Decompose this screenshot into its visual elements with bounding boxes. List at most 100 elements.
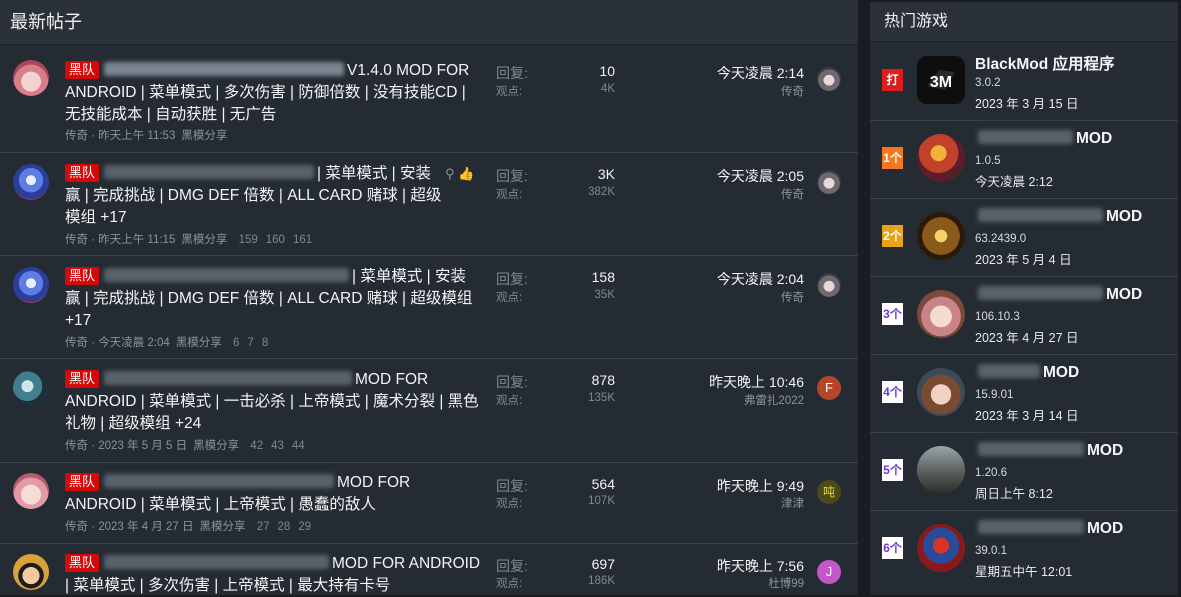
replies-count: 158	[591, 269, 615, 285]
game-item[interactable]: 打 3M BlackMod 应用程序 3.0.2 2023 年 3 月 15 日	[870, 43, 1178, 121]
thread-title[interactable]: 黑队 MOD FOR ANDROID | 菜单模式 | 一击必杀 | 上帝模式 |…	[65, 369, 480, 435]
thread-title[interactable]: 黑队 V1.4.0 MOD FOR ANDROID | 菜单模式 | 多次伤害 |…	[65, 60, 480, 126]
thread-status-icons: ⚲ 👍	[445, 166, 474, 182]
thread-title[interactable]: 黑队 MOD FOR ANDROID | 菜单模式 | 多次伤害 | 上帝模式 |…	[65, 553, 485, 597]
thread-row[interactable]: 黑队 | 菜单模式 | 安装赢 | 完成挑战 | DMG DEF 倍数 | ALL…	[0, 153, 858, 256]
last-post-time[interactable]: 昨天晚上 7:56	[717, 556, 804, 576]
last-poster-avatar[interactable]: F	[817, 376, 841, 400]
page-link[interactable]: 28	[277, 521, 290, 533]
thread-author[interactable]: 传奇	[65, 234, 88, 246]
author-avatar[interactable]	[13, 370, 49, 406]
last-poster-avatar[interactable]: 吨	[817, 480, 841, 504]
author-avatar[interactable]	[13, 473, 49, 509]
thread-row[interactable]: 黑队 V1.4.0 MOD FOR ANDROID | 菜单模式 | 多次伤害 |…	[0, 46, 858, 153]
thread-time[interactable]: 2023 年 5 月 5 日	[98, 440, 187, 452]
views-count: 107K	[588, 495, 615, 507]
last-post-time[interactable]: 今天凌晨 2:14	[717, 63, 804, 83]
page-link[interactable]: 43	[271, 440, 284, 452]
game-item[interactable]: 6个 MOD 39.0.1 星期五中午 12:01	[870, 511, 1178, 589]
rank-badge: 打	[882, 69, 903, 91]
thread-title[interactable]: 黑队 MOD FOR ANDROID | 菜单模式 | 上帝模式 | 愚蠢的敌人	[65, 472, 480, 516]
author-avatar[interactable]	[13, 164, 49, 200]
views-label: 观点:	[496, 498, 523, 510]
game-item[interactable]: 3个 MOD 106.10.3 2023 年 4 月 27 日	[870, 277, 1178, 355]
thread-row[interactable]: 黑队 MOD FOR ANDROID | 菜单模式 | 多次伤害 | 上帝模式 |…	[0, 544, 858, 595]
game-date: 2023 年 5 月 4 日	[975, 253, 1072, 267]
last-post-user[interactable]: 传奇	[781, 83, 804, 99]
thread-author[interactable]: 传奇	[65, 521, 88, 533]
thread-author[interactable]: 传奇	[65, 130, 88, 142]
last-post-time[interactable]: 今天凌晨 2:05	[717, 166, 804, 186]
game-version: 106.10.3	[975, 311, 1020, 323]
last-poster-avatar[interactable]	[817, 67, 841, 91]
thread-forum[interactable]: 黑模分享	[199, 521, 245, 533]
prefix-badge: 黑队	[65, 370, 100, 388]
last-post-user[interactable]: 传奇	[781, 289, 804, 305]
prefix-badge: 黑队	[65, 61, 100, 79]
page-link[interactable]: 8	[262, 337, 268, 349]
game-item[interactable]: 5个 MOD 1.20.6 周日上午 8:12	[870, 433, 1178, 511]
thread-title[interactable]: 黑队 | 菜单模式 | 安装赢 | 完成挑战 | DMG DEF 倍数 | ALL…	[65, 163, 445, 229]
thread-meta: 传奇 · 昨天上午 11:15 黑模分享 159 160 161	[65, 234, 313, 246]
game-title[interactable]: MOD	[975, 130, 1112, 148]
page-link[interactable]: 7	[247, 337, 253, 349]
thread-forum[interactable]: 黑模分享	[176, 337, 222, 349]
thread-forum[interactable]: 黑模分享	[181, 130, 227, 142]
thread-title[interactable]: 黑队 | 菜单模式 | 安装赢 | 完成挑战 | DMG DEF 倍数 | ALL…	[65, 266, 480, 332]
page-link[interactable]: 42	[250, 440, 263, 452]
last-poster-avatar[interactable]	[817, 273, 841, 297]
last-post-user[interactable]: 津津	[781, 495, 804, 511]
last-post-user[interactable]: 弗雷扎2022	[744, 392, 804, 408]
thread-time[interactable]: 昨天上午 11:53	[98, 130, 175, 142]
thread-row[interactable]: 黑队 MOD FOR ANDROID | 菜单模式 | 上帝模式 | 愚蠢的敌人 …	[0, 463, 858, 544]
author-avatar[interactable]	[13, 267, 49, 303]
game-date: 2023 年 3 月 14 日	[975, 409, 1079, 423]
thread-time[interactable]: 今天凌晨 2:04	[98, 337, 170, 349]
thread-row[interactable]: 黑队 | 菜单模式 | 安装赢 | 完成挑战 | DMG DEF 倍数 | ALL…	[0, 256, 858, 359]
page-link[interactable]: 159	[239, 234, 258, 246]
page-link[interactable]: 29	[298, 521, 311, 533]
game-item[interactable]: 1个 MOD 1.0.5 今天凌晨 2:12	[870, 121, 1178, 199]
game-title[interactable]: MOD	[975, 286, 1142, 304]
game-title[interactable]: MOD	[975, 520, 1123, 538]
last-post-time[interactable]: 昨天晚上 10:46	[709, 372, 804, 392]
last-poster-avatar[interactable]	[817, 170, 841, 194]
last-post-time[interactable]: 昨天晚上 9:49	[717, 476, 804, 496]
page-link[interactable]: 161	[293, 234, 312, 246]
game-title[interactable]: MOD	[975, 364, 1079, 382]
author-avatar[interactable]	[13, 60, 49, 96]
page-link[interactable]: 44	[292, 440, 305, 452]
game-icon	[917, 446, 965, 494]
game-version: 15.9.01	[975, 389, 1014, 401]
page-link[interactable]: 6	[233, 337, 239, 349]
thread-row[interactable]: 黑队 MOD FOR ANDROID | 菜单模式 | 一击必杀 | 上帝模式 |…	[0, 359, 858, 463]
views-count: 382K	[588, 186, 615, 198]
game-title[interactable]: MOD	[975, 208, 1142, 226]
last-post-time[interactable]: 今天凌晨 2:04	[717, 269, 804, 289]
last-poster-avatar[interactable]: J	[817, 560, 841, 584]
rank-badge: 2个	[882, 225, 903, 247]
thread-author[interactable]: 传奇	[65, 440, 88, 452]
replies-label: 回复:	[496, 478, 528, 494]
game-title[interactable]: BlackMod 应用程序	[975, 52, 1115, 74]
thread-time[interactable]: 2023 年 4 月 27 日	[98, 521, 193, 533]
views-label: 观点:	[496, 578, 523, 590]
prefix-badge: 黑队	[65, 554, 100, 572]
page-link[interactable]: 27	[257, 521, 270, 533]
game-title[interactable]: MOD	[975, 442, 1123, 460]
page-link[interactable]: 160	[266, 234, 285, 246]
prefix-badge: 黑队	[65, 164, 100, 182]
thread-forum[interactable]: 黑模分享	[181, 234, 227, 246]
author-avatar[interactable]	[13, 554, 49, 590]
thread-time[interactable]: 昨天上午 11:15	[98, 234, 175, 246]
game-item[interactable]: 4个 MOD 15.9.01 2023 年 3 月 14 日	[870, 355, 1178, 433]
replies-count: 564	[591, 476, 615, 492]
pin-icon: ⚲	[445, 166, 455, 181]
last-post-user[interactable]: 传奇	[781, 186, 804, 202]
thread-author[interactable]: 传奇	[65, 337, 88, 349]
blurred-title-text	[104, 268, 350, 282]
game-date: 2023 年 4 月 27 日	[975, 331, 1079, 345]
last-post-user[interactable]: 杜博99	[768, 575, 804, 591]
game-item[interactable]: 2个 MOD 63.2439.0 2023 年 5 月 4 日	[870, 199, 1178, 277]
thread-forum[interactable]: 黑模分享	[193, 440, 239, 452]
